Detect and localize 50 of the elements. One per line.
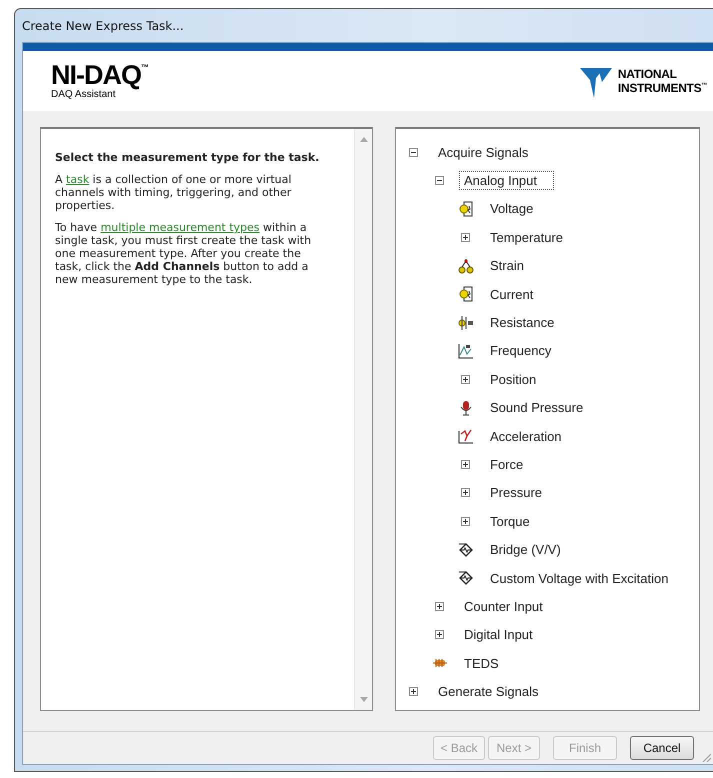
help-paragraph: To have multiple measurement types within a single task, you must first create the task with one measurement type. After you create the task, click the Add Channels button to add a new measurement type to the task. [55, 221, 312, 286]
probe-icon [458, 286, 474, 302]
expand-icon[interactable] [461, 460, 470, 469]
expand-icon[interactable] [461, 232, 470, 242]
bridge-icon [458, 570, 474, 586]
bridge-icon [458, 542, 474, 558]
resize-grip-icon[interactable] [701, 752, 711, 762]
probe-icon [458, 200, 474, 217]
tree-item[interactable]: Acquire Signals [433, 142, 534, 162]
tree-item[interactable]: Counter Input [459, 596, 548, 616]
tree-item[interactable]: Digital Input [459, 625, 538, 644]
tree-item[interactable]: Acceleration [485, 426, 567, 446]
tree-item[interactable]: Generate Signals [433, 682, 544, 702]
tree-item[interactable]: Custom Voltage with Excitation [485, 568, 674, 588]
tree-item[interactable]: Strain [485, 256, 529, 276]
tree-item[interactable]: Torque [485, 512, 535, 531]
collapse-icon[interactable] [409, 148, 418, 157]
expand-icon[interactable] [461, 488, 470, 498]
strain-gauge-icon [458, 258, 474, 274]
wizard-button[interactable]: Cancel [630, 736, 694, 760]
tree-item[interactable]: Bridge (V/V) [485, 540, 566, 560]
expand-icon[interactable] [409, 687, 418, 696]
tree-item[interactable]: Pressure [485, 483, 548, 502]
tree-item[interactable]: Analog Input [459, 171, 554, 190]
help-paragraph: A task is a collection of one or more virtual channels with timing, triggering, and other properties. [55, 173, 292, 212]
expand-icon[interactable] [461, 374, 470, 384]
product-logo: NI-DAQ$^{™}$ [51, 60, 148, 90]
tree-item[interactable]: Voltage [485, 199, 538, 218]
tree-item[interactable]: Temperature [485, 228, 568, 247]
microphone-icon [458, 400, 474, 416]
tree-item[interactable]: Current [485, 284, 538, 304]
help-link[interactable]: multiple measurement types [100, 221, 260, 234]
help-heading: Select the measurement type for the task. [55, 151, 320, 164]
tree-item[interactable]: TEDS [459, 654, 504, 673]
tree-item[interactable]: Position [485, 370, 542, 389]
tree-item[interactable]: Sound Pressure [485, 398, 588, 418]
resistor-icon [458, 314, 474, 331]
tree-item[interactable]: Frequency [485, 341, 556, 360]
window-title: Create New Express Task... [22, 18, 184, 32]
expand-icon[interactable] [461, 516, 470, 526]
waveform-chart-icon [458, 342, 474, 359]
tree-item[interactable]: Force [485, 454, 528, 474]
tree-item[interactable]: Resistance [485, 313, 560, 332]
accelerometer-icon [458, 428, 474, 444]
help-link[interactable]: task [66, 173, 90, 186]
expand-icon[interactable] [435, 630, 444, 640]
brand-logo: NATIONAL INSTRUMENTS$^{™}$ [618, 68, 707, 94]
product-subtitle: DAQ Assistant [51, 89, 116, 100]
collapse-icon[interactable] [435, 176, 444, 186]
expand-icon[interactable] [435, 602, 444, 611]
